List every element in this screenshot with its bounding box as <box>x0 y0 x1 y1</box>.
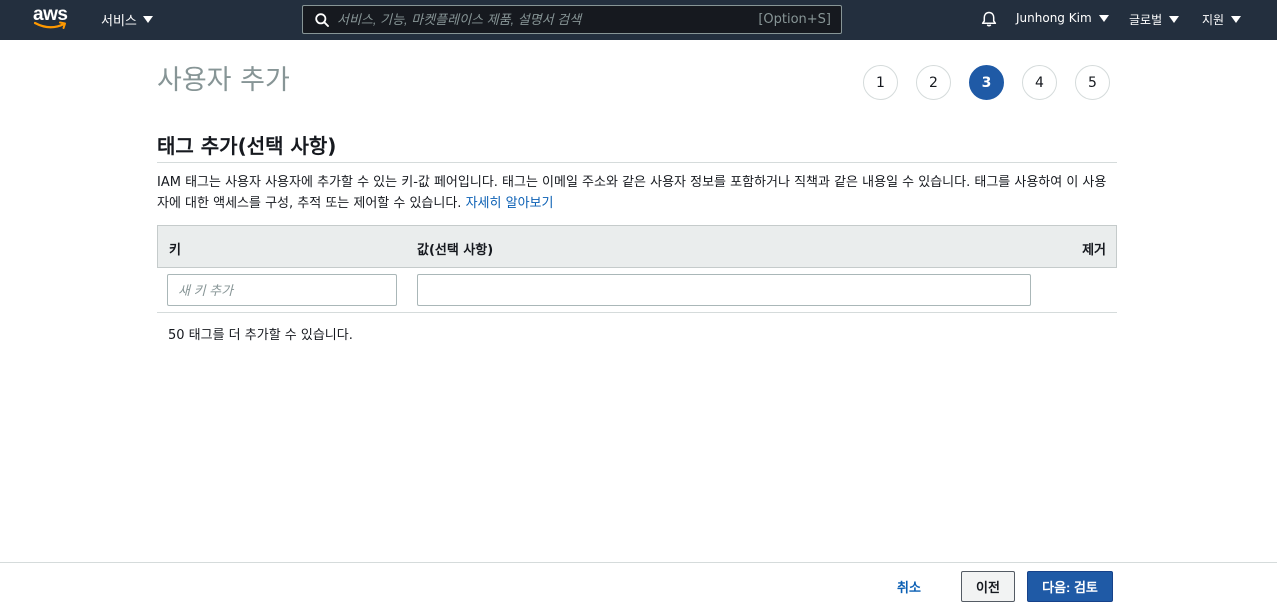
description-text: IAM 태그는 사용자 사용자에 추가할 수 있는 키-값 페어입니다. 태그는… <box>157 175 1107 211</box>
support-menu[interactable]: 지원 <box>1202 11 1242 28</box>
region-menu[interactable]: 글로벌 <box>1129 11 1180 28</box>
global-search[interactable]: [Option+S] <box>302 5 842 34</box>
remaining-tags-text: 50 태그를 더 추가할 수 있습니다. <box>168 328 353 343</box>
search-input[interactable] <box>337 6 757 33</box>
table-row <box>157 268 1117 313</box>
bell-icon[interactable] <box>980 10 998 28</box>
column-header-value: 값(선택 사항) <box>417 243 494 258</box>
tag-key-input[interactable] <box>167 274 397 306</box>
wizard-steps: 1 2 3 4 5 <box>863 65 1110 100</box>
section-divider <box>157 162 1117 163</box>
user-menu[interactable]: Junhong Kim <box>1016 11 1109 25</box>
step-1[interactable]: 1 <box>863 65 898 100</box>
search-shortcut-hint: [Option+S] <box>758 12 831 27</box>
chevron-down-icon <box>1169 16 1180 23</box>
chevron-down-icon <box>142 16 153 23</box>
cancel-button[interactable]: 취소 <box>897 577 921 596</box>
chevron-down-icon <box>1098 14 1109 22</box>
region-label: 글로벌 <box>1129 13 1163 27</box>
support-label: 지원 <box>1202 13 1225 27</box>
next-review-button[interactable]: 다음: 검토 <box>1027 571 1113 602</box>
wizard-footer: 취소 이전 다음: 검토 <box>0 562 1277 604</box>
tag-value-input[interactable] <box>417 274 1031 306</box>
user-label: Junhong Kim <box>1016 11 1092 25</box>
chevron-down-icon <box>1231 16 1242 23</box>
previous-button[interactable]: 이전 <box>961 571 1015 602</box>
table-header: 키 값(선택 사항) 제거 <box>157 225 1117 268</box>
services-menu[interactable]: 서비스 <box>101 10 153 29</box>
aws-smile-icon <box>34 21 66 29</box>
step-5[interactable]: 5 <box>1075 65 1110 100</box>
column-header-key: 키 <box>169 243 181 258</box>
services-label: 서비스 <box>101 14 137 29</box>
step-2[interactable]: 2 <box>916 65 951 100</box>
step-3-active[interactable]: 3 <box>969 65 1004 100</box>
column-header-remove: 제거 <box>1082 243 1106 258</box>
learn-more-link[interactable]: 자세히 알아보기 <box>466 196 554 211</box>
tags-table: 키 값(선택 사항) 제거 <box>157 225 1117 313</box>
aws-logo[interactable]: aws <box>33 5 69 32</box>
tags-description: IAM 태그는 사용자 사용자에 추가할 수 있는 키-값 페어입니다. 태그는… <box>157 172 1117 214</box>
search-icon <box>315 13 329 27</box>
section-title: 태그 추가(선택 사항) <box>157 134 337 158</box>
page-title: 사용자 추가 <box>157 65 290 96</box>
top-navigation-bar: aws 서비스 [Option+S] Junhong Kim 글로벌 지원 <box>0 0 1277 40</box>
step-4[interactable]: 4 <box>1022 65 1057 100</box>
